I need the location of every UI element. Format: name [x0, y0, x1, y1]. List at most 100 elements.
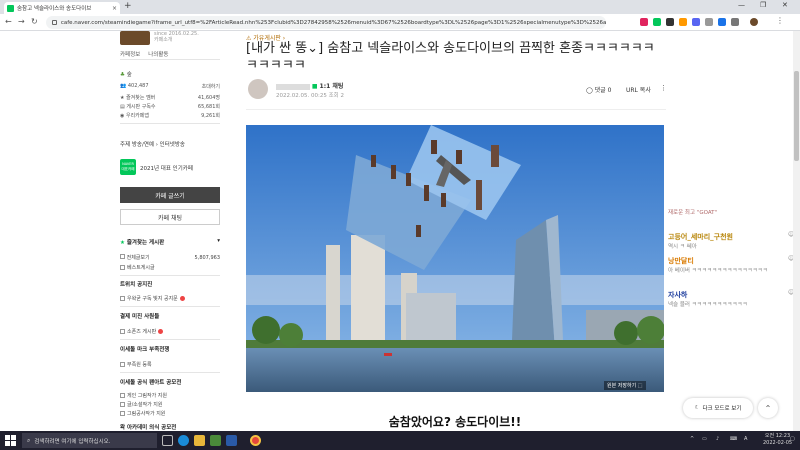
- scroll-thumb[interactable]: [794, 71, 799, 161]
- minimize-icon[interactable]: —: [738, 1, 745, 9]
- board-fanart-1[interactable]: 게인 그림작가 지원: [120, 392, 167, 399]
- new-post-icon: [158, 329, 164, 334]
- address-bar[interactable]: cafe.naver.com/steamindiegame?iframe_url…: [46, 16, 606, 29]
- moon-icon: ☾: [694, 405, 700, 411]
- divider: [120, 372, 220, 373]
- divider: [120, 339, 220, 340]
- page-scrollbar[interactable]: [793, 31, 800, 431]
- board-icon: [120, 393, 125, 398]
- chat-message: 아 베이버 ㅋㅋㅋㅋㅋㅋㅋㅋㅋㅋㅋㅋㅋㅋㅋ: [668, 268, 768, 274]
- language-indicator[interactable]: A: [744, 436, 747, 442]
- favorite-boards-header[interactable]: ★ 즐겨찾는 게시판 ▾: [120, 238, 220, 246]
- board-fanart-2[interactable]: 글/소설작가 지원: [120, 401, 162, 408]
- section-academy-contest: 왁 아카데미 의식 공모전: [120, 425, 177, 431]
- divider: [120, 275, 220, 276]
- board-fanart-3[interactable]: 그림공사작가 지원: [120, 410, 165, 417]
- tab-cafe-info[interactable]: 카페정보: [120, 50, 140, 58]
- stat-subscriptions: ▤ 게시판 구독수 65,681회: [120, 104, 220, 110]
- window-close-icon[interactable]: ✕: [782, 1, 788, 9]
- collapse-icon[interactable]: ▾: [217, 238, 220, 246]
- board-all-posts[interactable]: 전체글보기 5,807,963: [120, 254, 220, 261]
- comment-count[interactable]: ◯ 댓글 0: [586, 85, 611, 94]
- member-grade: ♣ 숲: [120, 72, 132, 78]
- taskbar-search-input[interactable]: ⌕ 검색하려면 여기에 입력하십시오.: [22, 433, 157, 448]
- taskbar-clock[interactable]: 오전 12:23 2022-02-05: [763, 433, 792, 447]
- new-tab-button[interactable]: +: [124, 1, 132, 11]
- star-icon: ★: [120, 240, 125, 246]
- extension-icon-7[interactable]: [718, 18, 726, 26]
- search-icon: ⌕: [27, 436, 31, 444]
- minecraft-icon[interactable]: [210, 435, 221, 446]
- article-photo[interactable]: [246, 125, 664, 392]
- extension-icon-2[interactable]: [653, 18, 661, 26]
- article-area: ⚠ 가유게시판 › [내가 싼 똥⌄] 숨참고 넥슬라이스와 송도다이브의 끔찍…: [246, 31, 666, 431]
- dark-mode-button[interactable]: ☾ 다크 모드로 보기: [683, 398, 753, 418]
- chrome-icon[interactable]: [250, 435, 261, 446]
- extension-icon-5[interactable]: [692, 18, 700, 26]
- board-best-posts[interactable]: 베스트게시글: [120, 264, 155, 271]
- browser-tab-bar: 숨참고 넥슬라이스와 송도다이브 × + — ❐ ✕: [0, 0, 800, 14]
- cafe-logo[interactable]: [120, 31, 150, 45]
- tray-arrow-icon[interactable]: ^: [690, 436, 694, 442]
- naver-cafe-favicon-icon: [7, 4, 14, 12]
- board-subscription-notice[interactable]: 우왁굳 구독 빛지 공지문: [120, 295, 185, 302]
- cafe-topics[interactable]: 주제 방송/연예 › 인터넷방송: [120, 140, 185, 148]
- extension-icon-6[interactable]: [705, 18, 713, 26]
- profile-avatar[interactable]: [750, 18, 758, 26]
- extension-puzzle-icon[interactable]: [731, 18, 739, 26]
- app-icon[interactable]: [226, 435, 237, 446]
- back-icon[interactable]: ←: [5, 17, 12, 26]
- live-chat-overlay: 재로운 최고 "GOAT" 고등어_세마리_구천원 ☺ 역시 ㅋ 쎄아 낭만달티…: [668, 200, 800, 340]
- search-placeholder: 검색하려면 여기에 입력하십시오.: [34, 438, 111, 445]
- more-options-icon[interactable]: ⋮: [660, 84, 666, 92]
- board-icon: [120, 411, 125, 416]
- browser-toolbar: ← → ↻ cafe.naver.com/steamindiegame?ifra…: [0, 14, 800, 31]
- chat-username: 낭만달티: [668, 257, 694, 265]
- maximize-icon[interactable]: ❐: [760, 1, 766, 9]
- author-name-blurred[interactable]: [276, 83, 310, 90]
- cafe-chat-button[interactable]: 카페 채팅: [120, 209, 220, 225]
- board-tribe-register[interactable]: 부족원 등록: [120, 361, 152, 368]
- new-post-icon: [179, 296, 185, 301]
- volume-icon[interactable]: ♪: [716, 436, 719, 442]
- board-sponsors[interactable]: 소폰즈 게시판: [120, 328, 164, 335]
- stat-favorites: ★ 즐겨찾는 멤버 41,604명: [120, 95, 220, 101]
- extension-icon-3[interactable]: [666, 18, 674, 26]
- cafe-sidebar: since 2016.02.25. 카페소개 카페정보 나의활동 ♣ 숲 👥 4…: [114, 31, 220, 431]
- file-explorer-icon[interactable]: [194, 435, 205, 446]
- task-view-icon[interactable]: [162, 435, 173, 446]
- save-original-button[interactable]: 원본 저장하기 ⬚: [604, 381, 646, 390]
- grade-icon: ■: [311, 83, 318, 90]
- author-avatar[interactable]: [248, 79, 268, 99]
- invite-link[interactable]: 초대하기: [202, 83, 220, 90]
- stat-members: 👥 402,487 초대하기: [120, 83, 220, 90]
- edge-icon[interactable]: [178, 435, 189, 446]
- section-unpaid-employees: 결제 미진 사원들: [120, 314, 160, 320]
- extension-icon-1[interactable]: [640, 18, 648, 26]
- network-icon[interactable]: ▭: [702, 436, 707, 442]
- tab-my-activity[interactable]: 나의활동: [148, 50, 168, 58]
- one-to-one-chat-link[interactable]: 1:1 채팅: [320, 83, 344, 90]
- badge-text: 2021년 대표 인기카페: [140, 166, 193, 172]
- forward-icon[interactable]: →: [18, 17, 25, 26]
- browser-tab[interactable]: 숨참고 넥슬라이스와 송도다이브 ×: [4, 2, 120, 14]
- extension-icon-4[interactable]: [679, 18, 687, 26]
- people-icon: 👥: [120, 83, 127, 89]
- reload-icon[interactable]: ↻: [31, 17, 38, 26]
- cafe-intro-link[interactable]: 카페소개: [154, 37, 199, 43]
- tab-close-icon[interactable]: ×: [112, 5, 117, 12]
- scroll-top-button[interactable]: ⌃: [758, 398, 778, 418]
- board-icon: [120, 402, 125, 407]
- windows-start-icon[interactable]: [5, 435, 16, 446]
- notification-icon[interactable]: ▢: [790, 436, 795, 442]
- sidebar-tabs: 카페정보 나의활동: [120, 50, 169, 58]
- ime-icon[interactable]: ⌨: [730, 436, 737, 442]
- write-post-button[interactable]: 카페 글쓰기: [120, 187, 220, 203]
- chat-message: 넥슬 블러 ㅋㅋㅋㅋㅋㅋㅋㅋㅋㅋㅋ: [668, 302, 748, 308]
- windows-taskbar: ⌕ 검색하려면 여기에 입력하십시오. ^ ▭ ♪ ⌨ A 오전 12:23 2…: [0, 431, 800, 450]
- chrome-menu-icon[interactable]: ⋮: [776, 16, 784, 25]
- divider: [120, 59, 220, 60]
- url-copy-button[interactable]: URL 복사: [626, 85, 651, 94]
- article-subheading: 숨참았어요? 송도다이브!!: [388, 415, 522, 429]
- article-title: [내가 싼 똥⌄] 숨참고 넥슬라이스와 송도다이브의 끔찍한 혼종ㅋㅋㅋㅋㅋㅋ…: [246, 41, 655, 73]
